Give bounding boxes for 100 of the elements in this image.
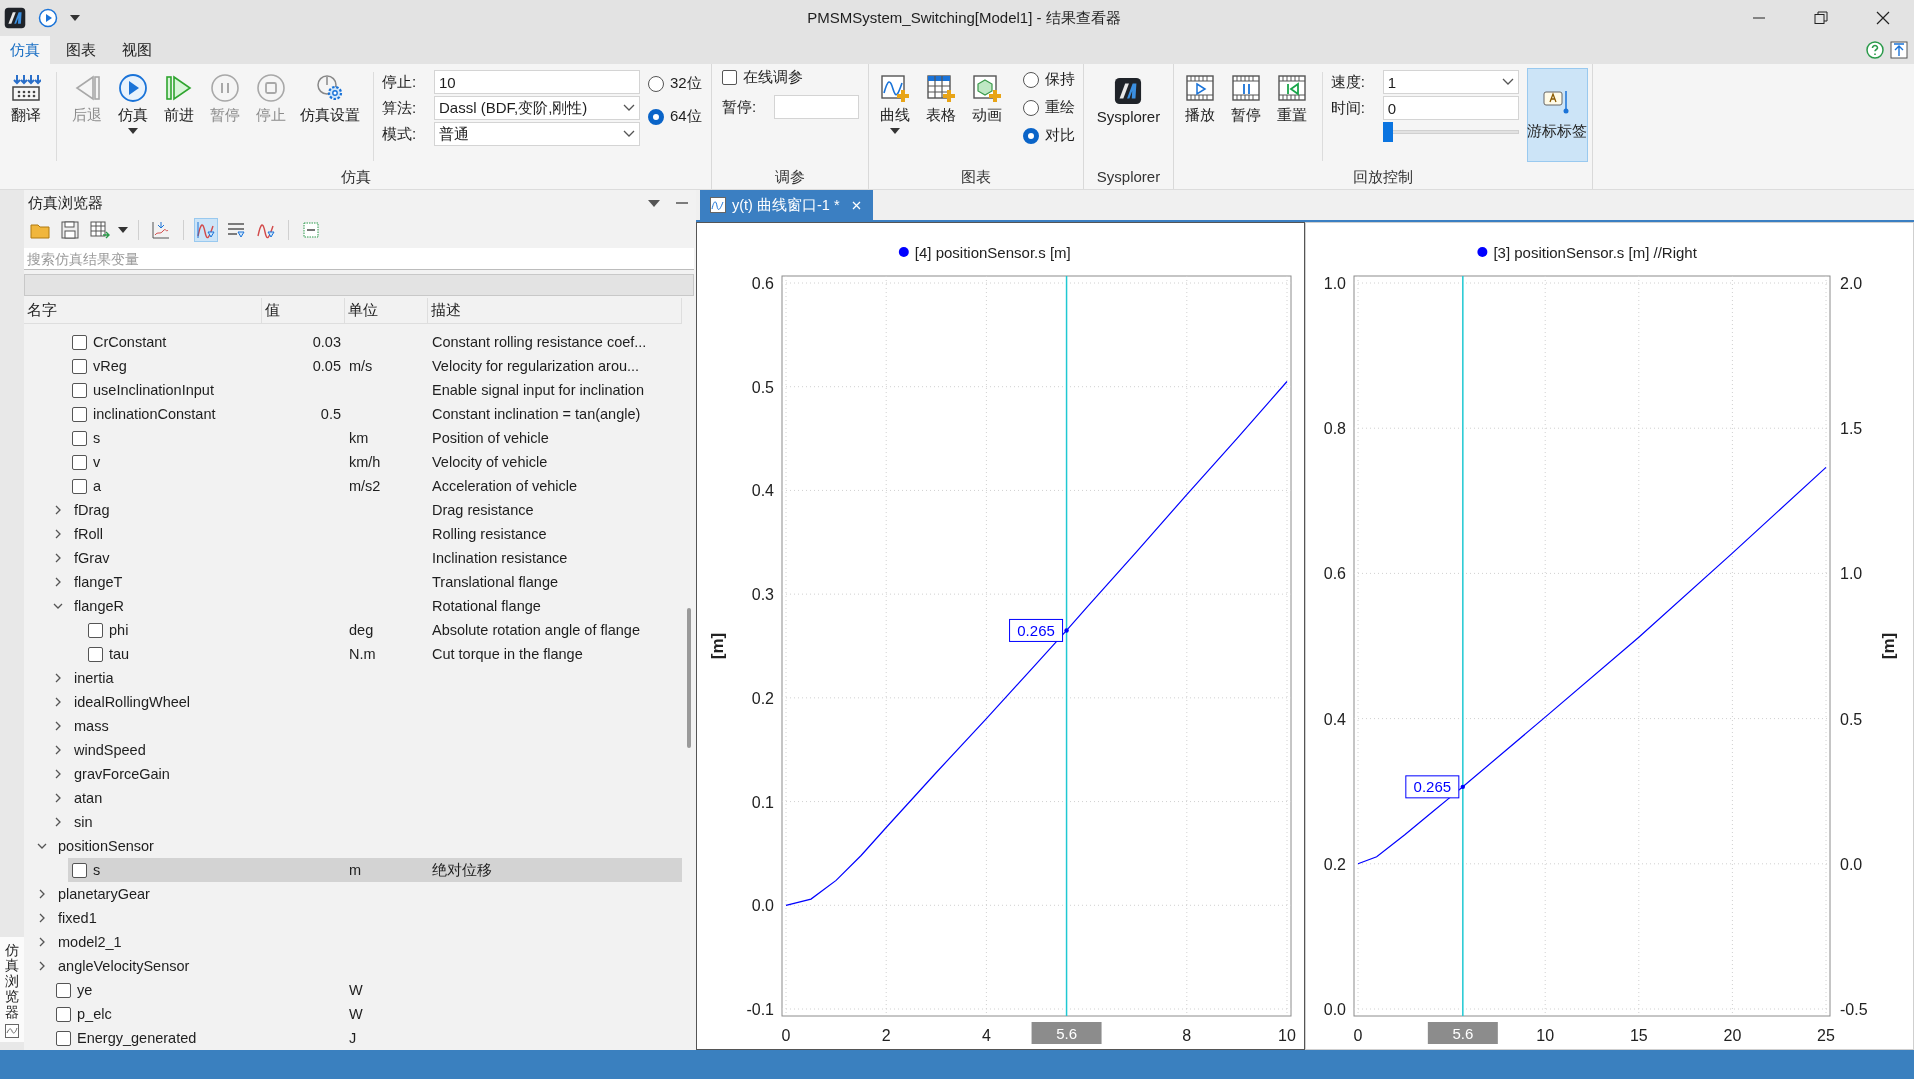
close-icon[interactable]	[851, 200, 861, 210]
cursor-label-button[interactable]: 游标标签	[1526, 68, 1588, 162]
axis-tick-label: 0.8	[1323, 420, 1346, 438]
checkbox[interactable]	[56, 982, 71, 998]
checkbox-option[interactable]: 在线调参	[722, 68, 803, 87]
tree-row[interactable]: vReg 0.05 m/s Velocity for regularization arou...	[68, 354, 682, 378]
checkbox[interactable]	[72, 862, 87, 878]
dropdown-field[interactable]: 普通	[434, 122, 640, 146]
tree-row[interactable]: windSpeed	[50, 738, 682, 762]
radio-option[interactable]: 重绘	[1023, 98, 1075, 117]
ribbon-button[interactable]: 表格	[919, 68, 963, 128]
tree-row[interactable]: inclinationConstant 0.5 Constant inclination = tan(angle)	[68, 402, 682, 426]
tree-row[interactable]: fDrag Drag resistance	[50, 498, 682, 522]
tree-row[interactable]: tau N.m Cut torque in the flange	[84, 642, 682, 666]
radio-option[interactable]: 保持	[1023, 70, 1075, 89]
variable-description: Acceleration of vehicle	[431, 478, 579, 494]
tree-row[interactable]: gravForceGain	[50, 762, 682, 786]
tree-row[interactable]: flangeR Rotational flange	[50, 594, 682, 618]
variable-name: fRoll	[74, 526, 103, 542]
menu-tab[interactable]: 图表	[56, 36, 106, 64]
film-pause-icon	[1231, 73, 1261, 103]
run-icon[interactable]	[38, 8, 58, 28]
ribbon-button[interactable]: 暂停	[1224, 68, 1268, 128]
scrollbar-thumb[interactable]	[687, 608, 691, 748]
side-tab[interactable]: 仿真浏览器	[0, 937, 24, 1042]
menu-tab[interactable]: 视图	[112, 36, 162, 64]
tree-row[interactable]: v km/h Velocity of vehicle	[68, 450, 682, 474]
ribbon-button[interactable]: 翻译	[4, 68, 48, 128]
tree-row[interactable]: s m 绝对位移	[68, 858, 682, 882]
tree-row[interactable]: a m/s2 Acceleration of vehicle	[68, 474, 682, 498]
tree-row[interactable]: positionSensor	[34, 834, 682, 858]
dropdown-field[interactable]: Dassl (BDF,变阶,刚性)	[434, 96, 640, 120]
tree-row[interactable]: fRoll Rolling resistance	[50, 522, 682, 546]
tree-row[interactable]: s km Position of vehicle	[68, 426, 682, 450]
checkbox[interactable]	[72, 454, 87, 470]
checkbox[interactable]	[72, 430, 87, 446]
group-label: 调参	[774, 167, 806, 187]
ribbon-button[interactable]: 播放	[1178, 68, 1222, 128]
checkbox[interactable]	[72, 334, 87, 350]
column-header[interactable]: 描述	[428, 298, 682, 323]
menu-tab[interactable]: 仿真	[0, 36, 50, 64]
tree-row[interactable]: mass	[50, 714, 682, 738]
tree-row[interactable]: ye W	[52, 978, 682, 1002]
checkbox[interactable]	[88, 646, 103, 662]
ribbon-button[interactable]: 仿真设置	[295, 68, 365, 128]
checkbox[interactable]	[72, 382, 87, 398]
field-label: 时间:	[1330, 98, 1366, 118]
tree-row[interactable]: idealRollingWheel	[50, 690, 682, 714]
ribbon-button[interactable]: 重置	[1270, 68, 1314, 128]
ribbon-button[interactable]: 前进	[157, 68, 201, 128]
input-field[interactable]: 10	[434, 70, 640, 94]
tree-row[interactable]: atan	[50, 786, 682, 810]
axis-tick-label: 0.6	[1323, 565, 1346, 583]
slider-thumb[interactable]	[1382, 122, 1393, 142]
checkbox[interactable]	[88, 622, 103, 638]
ribbon-button[interactable]: 曲线	[873, 68, 917, 137]
tree-row[interactable]: model2_1	[34, 930, 682, 954]
tree-row[interactable]: angleVelocitySensor	[34, 954, 682, 978]
ribbon-button[interactable]: 仿真	[111, 68, 155, 137]
radio-option[interactable]: 32位	[648, 74, 702, 93]
dropdown-field[interactable]: 1	[1382, 70, 1519, 94]
input-field[interactable]: 0	[1382, 96, 1519, 120]
variable-name: tau	[109, 646, 130, 662]
variable-description: Velocity for regularization arou...	[431, 358, 641, 374]
checkbox[interactable]	[72, 478, 87, 494]
column-header[interactable]: 值	[262, 298, 345, 323]
save-button[interactable]	[58, 218, 82, 242]
variable-name: fixed1	[58, 910, 97, 926]
tree-row[interactable]: p_elc W	[52, 1002, 682, 1026]
variable-name: s	[93, 430, 101, 446]
chart-tab[interactable]: y(t) 曲线窗口-1 *	[700, 190, 873, 220]
sysplorer-button[interactable]: Sysplorer	[1091, 68, 1166, 128]
ribbon-button[interactable]: 动画	[965, 68, 1009, 128]
tree-row[interactable]: Energy_generated J	[52, 1026, 682, 1050]
tree-row[interactable]: sin	[50, 810, 682, 834]
variable-name: gravForceGain	[74, 766, 170, 782]
checkbox[interactable]	[72, 406, 87, 422]
tree-row[interactable]: useInclinationInput Enable signal input for inclination	[68, 378, 682, 402]
tree-row[interactable]: fGrav Inclination resistance	[50, 546, 682, 570]
column-header[interactable]: 名字	[24, 298, 262, 323]
input-field[interactable]	[774, 95, 859, 119]
collapse-ribbon-icon[interactable]	[1890, 41, 1908, 59]
checkbox[interactable]	[56, 1030, 71, 1046]
time-slider[interactable]	[1382, 122, 1519, 142]
help-icon[interactable]	[1866, 41, 1884, 59]
tree-row[interactable]: phi deg Absolute rotation angle of flange	[84, 618, 682, 642]
tree-row[interactable]: fixed1	[34, 906, 682, 930]
panel-menu-icon[interactable]	[648, 199, 660, 207]
column-header[interactable]: 单位	[345, 298, 428, 323]
checkbox[interactable]	[72, 358, 87, 374]
curve-filter-button[interactable]	[194, 218, 218, 242]
add-animation-icon	[972, 73, 1002, 103]
tree-row[interactable]: CrConstant 0.03 Constant rolling resistance coef...	[68, 330, 682, 354]
tree-row[interactable]: inertia	[50, 666, 682, 690]
radio-option[interactable]: 64位	[648, 107, 702, 126]
checkbox[interactable]	[56, 1006, 71, 1022]
radio-option[interactable]: 对比	[1023, 126, 1075, 145]
tree-row[interactable]: planetaryGear	[34, 882, 682, 906]
tree-row[interactable]: flangeT Translational flange	[50, 570, 682, 594]
search-field[interactable]: 搜索仿真结果变量	[24, 248, 694, 270]
